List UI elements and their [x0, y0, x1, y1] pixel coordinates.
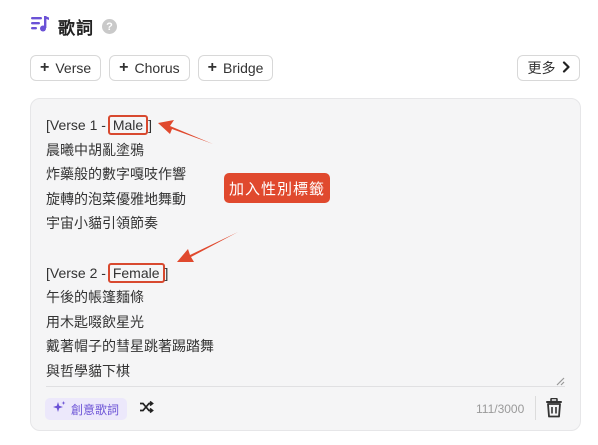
annotation-arrows: [158, 120, 238, 262]
annotation-callout: 加入性別標籤: [224, 173, 330, 203]
